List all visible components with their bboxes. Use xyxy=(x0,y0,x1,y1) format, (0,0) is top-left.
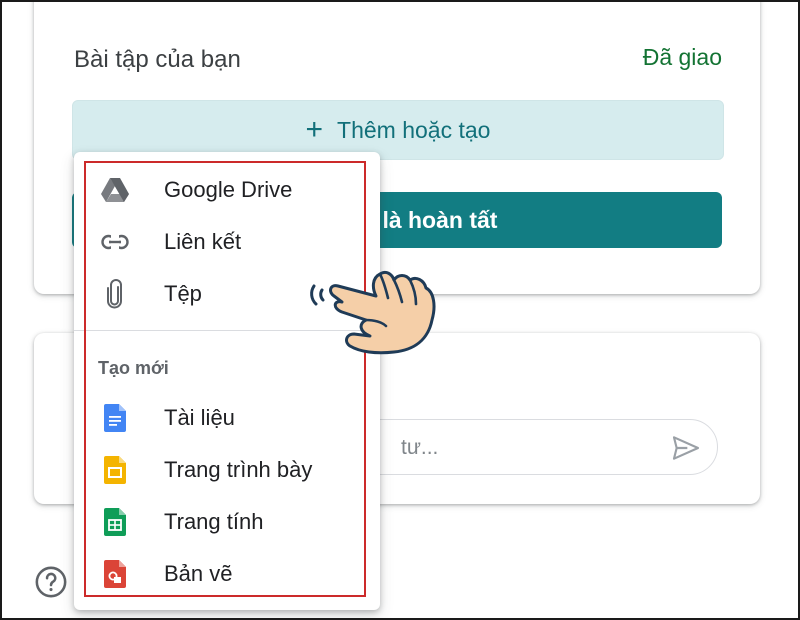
menu-item-label: Liên kết xyxy=(164,229,242,254)
add-or-create-label: Thêm hoặc tạo xyxy=(337,116,491,143)
sheets-icon xyxy=(100,507,130,537)
create-new-heading: Tạo mới xyxy=(98,358,169,378)
add-or-create-button[interactable]: + Thêm hoặc tạo xyxy=(72,100,724,160)
pointing-hand-icon xyxy=(310,270,436,355)
menu-item-slides[interactable]: Trang trình bày xyxy=(74,445,380,495)
drawings-icon xyxy=(100,559,130,589)
menu-item-link[interactable]: Liên kết xyxy=(74,217,380,267)
help-icon[interactable] xyxy=(34,565,68,599)
plus-icon: + xyxy=(305,113,324,146)
link-icon xyxy=(100,227,130,257)
menu-item-label: Tài liệu xyxy=(164,405,235,430)
menu-item-label: Tệp xyxy=(164,281,202,306)
menu-item-sheets[interactable]: Trang tính xyxy=(74,497,380,547)
paperclip-icon xyxy=(100,279,130,309)
status-badge: Đã giao xyxy=(642,44,722,70)
menu-item-label: Bản vẽ xyxy=(164,561,233,586)
card-title: Bài tập của bạn xyxy=(74,46,241,73)
google-drive-icon xyxy=(100,175,130,205)
comment-placeholder: tư... xyxy=(401,436,439,459)
send-icon[interactable] xyxy=(669,432,703,464)
menu-item-docs[interactable]: Tài liệu xyxy=(74,393,380,443)
menu-item-label: Trang trình bày xyxy=(164,457,313,482)
menu-item-drawings[interactable]: Bản vẽ xyxy=(74,549,380,599)
slides-icon xyxy=(100,455,130,485)
menu-item-label: Trang tính xyxy=(164,509,264,534)
menu-item-label: Google Drive xyxy=(164,177,293,202)
menu-item-google-drive[interactable]: Google Drive xyxy=(74,165,380,215)
add-or-create-menu: Google Drive Liên kết Tệp Tạo mới Tài li… xyxy=(74,152,380,610)
docs-icon xyxy=(100,403,130,433)
